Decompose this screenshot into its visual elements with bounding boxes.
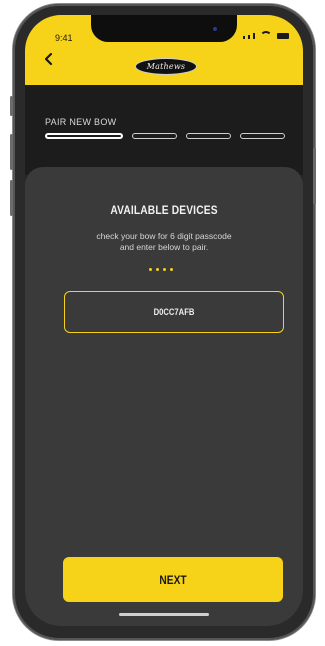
next-label: NEXT [159,572,187,587]
progress-step-4 [240,133,285,139]
volume-down-button [10,180,13,216]
device-code-value: D0CC7AFB [153,307,195,317]
next-button[interactable]: NEXT [63,557,283,602]
chevron-left-icon[interactable] [41,49,57,69]
camera-dot [213,27,217,31]
top-bar: 9:41 Mathews [25,15,303,85]
pairing-instructions: check your bow for 6 digit passcode and … [96,231,232,252]
silent-switch [10,96,13,116]
home-indicator[interactable] [119,613,209,616]
device-code-field[interactable]: D0CC7AFB [64,291,284,333]
volume-up-button [10,134,13,170]
card-title: AVAILABLE DEVICES [110,203,218,217]
brand-logo: Mathews [135,58,197,75]
status-time: 9:41 [55,33,73,43]
devices-card: AVAILABLE DEVICES check your bow for 6 d… [25,167,303,626]
app-screen: 9:41 Mathews PAIR NEW BOW AVAILABLE DEVI… [25,15,303,626]
step-progress [45,133,285,139]
page-title: PAIR NEW BOW [45,117,117,127]
passcode-dots [149,268,173,271]
header-region: PAIR NEW BOW [25,85,303,175]
progress-step-3 [186,133,231,139]
progress-step-2 [132,133,177,139]
wifi-icon [260,31,272,39]
status-icons [243,31,289,39]
battery-icon [277,33,289,39]
cellular-signal-icon [243,36,245,39]
logo-text: Mathews [146,62,186,71]
power-button [313,148,316,204]
progress-step-1 [45,133,123,139]
